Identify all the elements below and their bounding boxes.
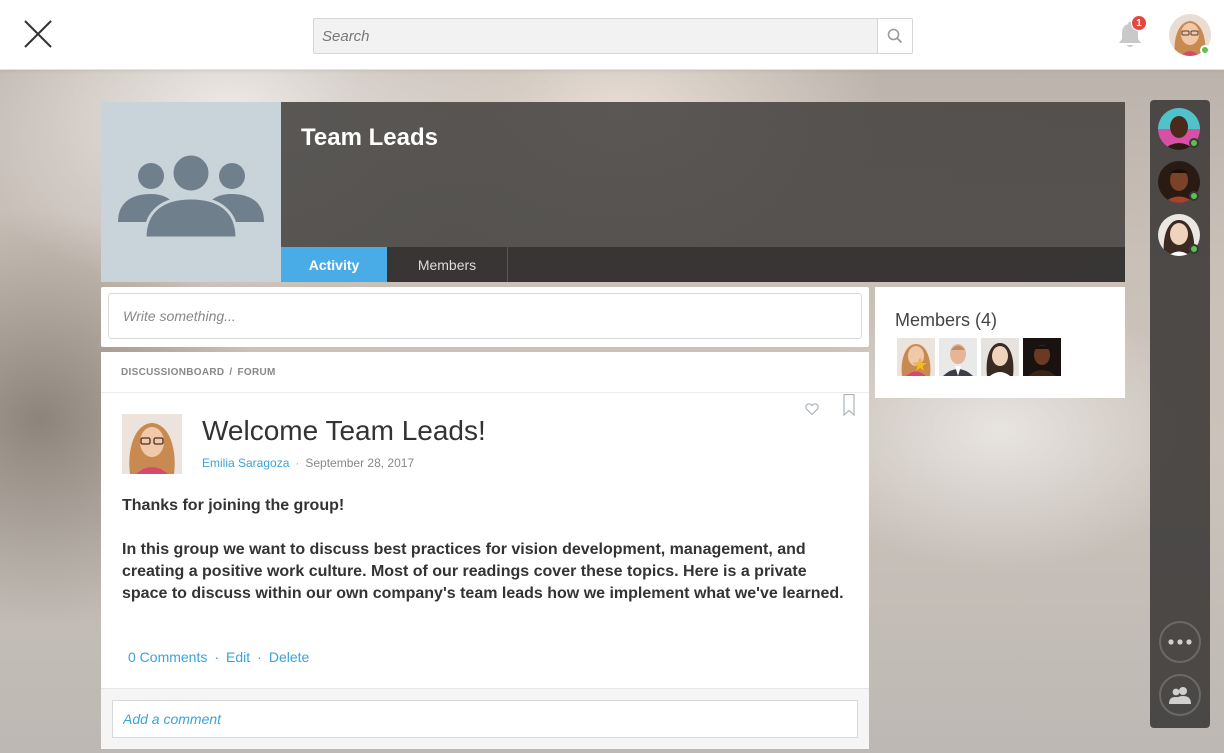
- divider: [101, 392, 869, 393]
- group-tabs: Activity Members: [281, 247, 1125, 282]
- add-comment-input[interactable]: [112, 700, 858, 738]
- search-bar: [313, 18, 913, 54]
- author-avatar[interactable]: [122, 414, 182, 474]
- top-bar: 1: [0, 0, 1224, 70]
- avatar: [1023, 338, 1061, 376]
- online-status-dot: [1200, 45, 1210, 55]
- breadcrumb-forum[interactable]: FORUM: [238, 367, 276, 378]
- comment-area: [101, 688, 869, 749]
- breadcrumb-separator: /: [229, 367, 233, 378]
- post-body: Thanks for joining the group! In this gr…: [122, 495, 852, 605]
- online-user[interactable]: [1158, 161, 1200, 203]
- comments-link[interactable]: 0 Comments: [128, 649, 207, 665]
- heart-icon: [805, 403, 819, 416]
- author-name-link[interactable]: Emilia Saragoza: [202, 456, 289, 470]
- like-button[interactable]: [805, 402, 819, 416]
- post-title: Welcome Team Leads!: [202, 415, 486, 446]
- online-status-dot: [1189, 138, 1199, 148]
- member-avatar[interactable]: [981, 338, 1019, 376]
- delete-link[interactable]: Delete: [269, 649, 309, 665]
- tab-members[interactable]: Members: [387, 247, 508, 282]
- member-avatar[interactable]: [1023, 338, 1061, 376]
- more-options-button[interactable]: [1159, 621, 1201, 663]
- group-header: Team Leads Activity Members: [101, 102, 1125, 282]
- meta-separator: ·: [295, 456, 300, 470]
- close-button[interactable]: [22, 18, 54, 50]
- members-title[interactable]: Members (4): [895, 310, 997, 331]
- write-something-input[interactable]: [108, 293, 862, 339]
- post-composer: [101, 287, 869, 347]
- notification-badge: 1: [1131, 15, 1147, 31]
- post-paragraph: Thanks for joining the group!: [122, 497, 345, 514]
- action-separator: ·: [257, 649, 262, 665]
- action-separator: ·: [214, 649, 220, 665]
- search-icon: [887, 28, 903, 44]
- close-icon: [24, 20, 52, 48]
- post-actions: 0 Comments · Edit · Delete: [128, 649, 309, 665]
- more-icon: [1168, 639, 1192, 645]
- online-user[interactable]: [1158, 108, 1200, 150]
- member-avatar[interactable]: ★: [897, 338, 935, 376]
- online-status-dot: [1189, 191, 1199, 201]
- bookmark-button[interactable]: [843, 393, 855, 417]
- post-paragraph: In this group we want to discuss best pr…: [122, 541, 844, 602]
- post-card: DISCUSSIONBOARD / FORUM Welcome Team Leads…: [101, 352, 869, 749]
- online-user[interactable]: [1158, 214, 1200, 256]
- tab-activity[interactable]: Activity: [281, 247, 387, 282]
- star-icon: ★: [912, 355, 929, 375]
- group-members-button[interactable]: [1159, 674, 1201, 716]
- bookmark-icon: [843, 393, 855, 417]
- breadcrumb: DISCUSSIONBOARD / FORUM: [121, 367, 276, 378]
- avatar: [939, 338, 977, 376]
- breadcrumb-discussionboard[interactable]: DISCUSSIONBOARD: [121, 367, 224, 378]
- members-list: ★: [897, 338, 1061, 376]
- search-input[interactable]: [314, 19, 877, 53]
- search-button[interactable]: [877, 19, 912, 53]
- member-avatar[interactable]: [939, 338, 977, 376]
- post-meta: Emilia Saragoza · September 28, 2017: [202, 456, 414, 470]
- members-panel: Members (4) ★: [875, 287, 1125, 398]
- group-banner: Team Leads Activity Members: [281, 102, 1125, 282]
- group-icon: [1169, 687, 1191, 704]
- online-status-dot: [1189, 244, 1199, 254]
- group-title: Team Leads: [301, 124, 438, 151]
- avatar: [981, 338, 1019, 376]
- group-avatar: [101, 102, 281, 282]
- edit-link[interactable]: Edit: [226, 649, 250, 665]
- group-people-icon: [118, 152, 264, 238]
- online-users-rail: [1150, 100, 1210, 728]
- avatar: [122, 414, 182, 474]
- post-date: September 28, 2017: [305, 456, 415, 470]
